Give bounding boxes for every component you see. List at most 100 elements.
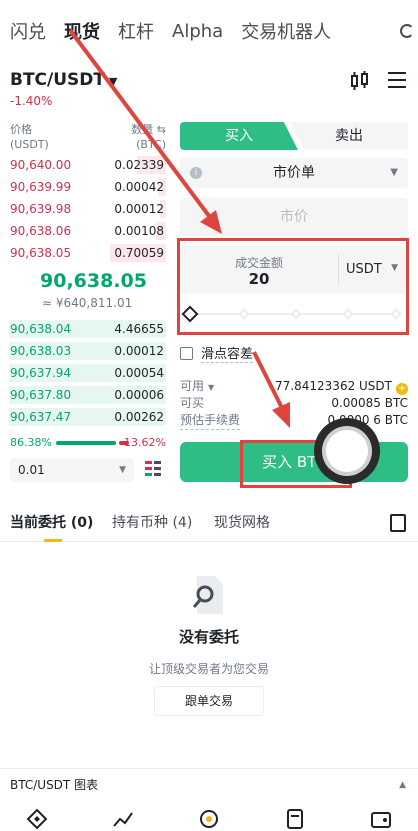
sell-tab[interactable]: 卖出 [290,122,408,150]
caret-down-icon: ▼ [119,465,126,475]
bid-row[interactable]: 90,637.80 0.00006 [0,384,170,406]
chart-bar-label: BTC/USDT 图表 [10,778,99,792]
last-price: 90,638.05 [40,270,147,292]
can-buy-label: 可买 [180,396,205,410]
bid-price: 90,637.47 [10,410,72,424]
can-buy-value: 0.00085 BTC [331,396,408,410]
futures-icon[interactable] [284,808,306,830]
info-icon[interactable]: i [190,167,202,179]
ask-row[interactable]: 90,640.00 0.02339 [0,154,170,176]
ask-qty: 0.00012 [114,202,164,216]
bid-price: 90,637.94 [10,366,72,380]
bid-row[interactable]: 90,638.03 0.00012 [0,340,170,362]
slider-step[interactable] [238,308,250,320]
precision-value: 0.01 [18,463,45,477]
precision-select[interactable]: 0.01 ▼ [10,458,134,482]
available-value: 77.84123362 USDT + [275,379,408,395]
orderbook-layout-icon[interactable] [144,460,162,478]
menu-icon[interactable] [388,72,406,88]
bid-qty: 0.00262 [114,410,164,424]
top-tabs: 闪兑 现货 杠杆 Alpha 交易机器人 [0,0,418,62]
ask-row[interactable]: 90,638.05 0.70059 [0,242,170,264]
price-input: 市价 [180,198,408,236]
buy-ratio-bar [56,441,116,445]
bottom-nav [0,800,418,831]
slider-step[interactable] [342,308,354,320]
tab-open-orders[interactable]: 当前委托 (0) [10,512,93,532]
caret-up-icon: ▲ [399,780,406,790]
price-change: -1.40% [10,94,53,108]
caret-down-icon: ▼ [390,167,398,178]
tab-spot[interactable]: 现货 [64,18,100,44]
buy-sell-tabs: 卖出 买入 [180,122,408,150]
bid-price: 90,638.04 [10,322,72,336]
empty-document-icon [192,576,223,614]
buy-sell-ratio: 86.38% 13.62% [10,436,166,450]
bid-qty: 0.00006 [114,388,164,402]
balance-info: 可用 ▼ 77.84123362 USDT + 可买 0.00085 BTC 预估手… [180,378,408,430]
highlight-box [177,238,409,335]
ask-list: 90,640.00 0.02339 90,639.99 0.00042 90,639.9… [0,154,170,264]
home-icon[interactable] [26,808,48,830]
pair-name: BTC/USDT [10,70,105,90]
tab-alpha[interactable]: Alpha [172,21,223,42]
bid-price: 90,637.80 [10,388,72,402]
tab-holdings[interactable]: 持有币种 (4) [112,512,192,532]
ask-price: 90,639.98 [10,202,72,216]
slippage-label: 滑点容差 [201,347,254,363]
available-label[interactable]: 可用 ▼ [180,378,214,396]
add-funds-icon[interactable]: + [396,383,408,395]
sell-ratio: 13.62% [124,436,166,449]
slider-step[interactable] [290,308,302,320]
trade-icon[interactable] [198,808,220,830]
bid-row[interactable]: 90,638.04 4.46655 [0,318,170,340]
wallet-icon[interactable] [370,808,392,830]
checkbox[interactable] [180,347,193,360]
bid-row[interactable]: 90,637.94 0.00054 [0,362,170,384]
fee-label: 预估手续费 [180,412,241,430]
empty-subtitle: 让顶级交易者为您交易 [148,662,269,676]
section-tabs: 当前委托 (0) 持有币种 (4) 现货网格 [0,502,418,542]
copy-trading-button[interactable]: 跟单交易 [154,686,264,716]
amount-slider[interactable] [181,305,402,323]
tab-underline [44,539,62,542]
bid-qty: 4.46655 [114,322,164,336]
price-header: 价格 (USDT) [10,123,49,151]
bid-row[interactable]: 90,637.47 0.00262 [0,406,170,428]
ask-qty: 0.70059 [114,246,164,260]
more-tabs-icon[interactable] [400,24,414,38]
bid-qty: 0.00054 [114,366,164,380]
tab-bots[interactable]: 交易机器人 [241,18,331,44]
tab-margin[interactable]: 杠杆 [118,18,154,44]
ask-price: 90,639.99 [10,180,72,194]
slider-knob[interactable] [181,305,199,323]
ask-price: 90,638.06 [10,224,72,238]
chart-toggle-bar[interactable]: BTC/USDT 图表 ▲ [0,768,418,800]
order-type-label: 市价单 [273,165,315,181]
slider-step[interactable] [390,308,402,320]
ask-row[interactable]: 90,639.99 0.00042 [0,176,170,198]
buy-tab[interactable]: 买入 [180,122,298,150]
ask-qty: 0.00042 [114,180,164,194]
tab-convert[interactable]: 闪兑 [10,18,46,44]
qty-header[interactable]: 数量 ⇆ (BTC) [131,122,166,152]
ask-qty: 0.00108 [114,224,164,238]
buy-ratio: 86.38% [10,436,52,449]
candlestick-icon[interactable] [350,70,370,92]
ask-row[interactable]: 90,638.06 0.00108 [0,220,170,242]
floating-assistive-button[interactable] [314,418,380,484]
ask-price: 90,638.05 [10,246,72,260]
bid-price: 90,638.03 [10,344,72,358]
pair-selector[interactable]: BTC/USDT ▼ [10,70,117,90]
empty-title: 没有委托 [178,628,239,646]
slippage-toggle[interactable]: 滑点容差 [180,343,254,363]
order-history-icon[interactable] [390,514,406,532]
order-type-select[interactable]: i 市价单 ▼ [180,158,408,188]
markets-icon[interactable] [112,808,134,830]
ask-row[interactable]: 90,639.98 0.00012 [0,198,170,220]
bid-list: 90,638.04 4.46655 90,638.03 0.00012 90,637.9… [0,318,170,428]
ask-price: 90,640.00 [10,158,72,172]
cny-price: ≈ ¥640,811.01 [42,296,133,310]
tab-spot-grid[interactable]: 现货网格 [214,512,270,532]
ask-qty: 0.02339 [114,158,164,172]
